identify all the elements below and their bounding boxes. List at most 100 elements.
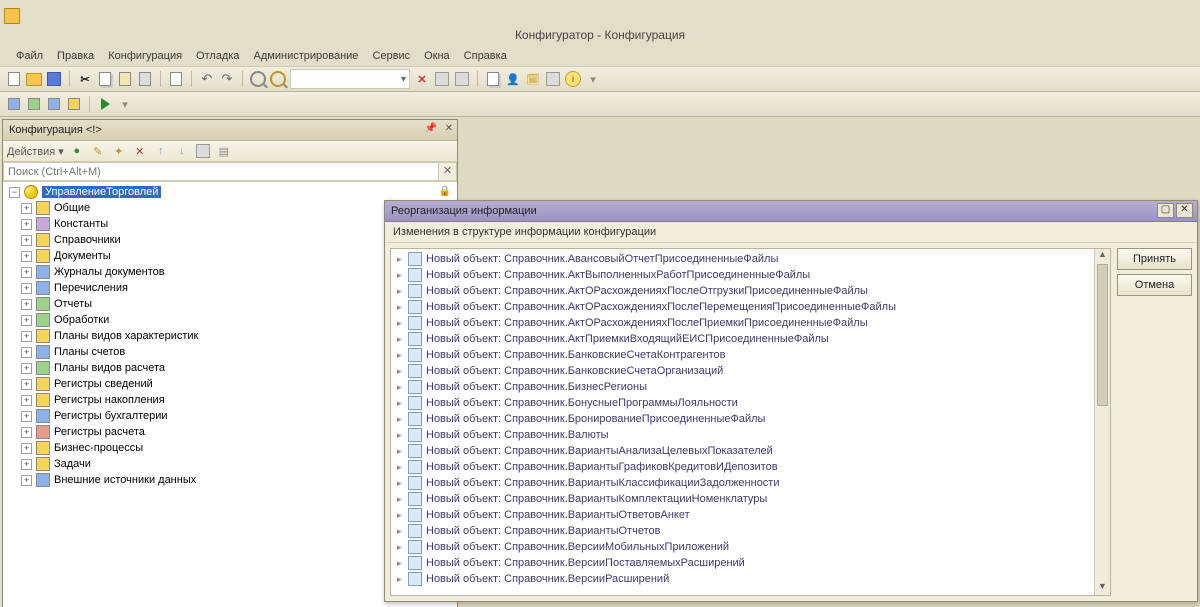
act-up-icon[interactable]: ↑ (153, 143, 169, 159)
tb2-c-icon[interactable] (46, 96, 62, 112)
tb-compare-icon[interactable] (168, 71, 184, 87)
tb-find-icon[interactable] (250, 71, 266, 87)
tb2-b-icon[interactable] (26, 96, 42, 112)
change-item[interactable]: ▸Новый объект: Справочник.АктОРасхождени… (393, 315, 1108, 331)
expand-icon[interactable]: ▸ (397, 542, 404, 553)
tb-copy2-icon[interactable] (485, 71, 501, 87)
expander-icon[interactable]: + (21, 315, 32, 326)
act-del-icon[interactable]: ✕ (132, 143, 148, 159)
tb-print-icon[interactable] (137, 71, 153, 87)
scroll-up-icon[interactable]: ▲ (1095, 249, 1110, 263)
expander-icon[interactable]: − (9, 187, 20, 198)
change-item[interactable]: ▸Новый объект: Справочник.Валюты (393, 427, 1108, 443)
act-sort-icon[interactable] (195, 143, 211, 159)
change-item[interactable]: ▸Новый объект: Справочник.БанковскиеСчет… (393, 347, 1108, 363)
menu-file[interactable]: Файл (10, 48, 49, 64)
change-item[interactable]: ▸Новый объект: Справочник.ВерсииРасширен… (393, 571, 1108, 587)
expander-icon[interactable]: + (21, 379, 32, 390)
expand-icon[interactable]: ▸ (397, 270, 404, 281)
changes-list[interactable]: ▸Новый объект: Справочник.АвансовыйОтчет… (390, 248, 1111, 596)
menu-windows[interactable]: Окна (418, 48, 456, 64)
expander-icon[interactable]: + (21, 427, 32, 438)
menu-config[interactable]: Конфигурация (102, 48, 188, 64)
expander-icon[interactable]: + (21, 459, 32, 470)
menu-edit[interactable]: Правка (51, 48, 100, 64)
expander-icon[interactable]: + (21, 411, 32, 422)
tb2-a-icon[interactable] (6, 96, 22, 112)
expand-icon[interactable]: ▸ (397, 526, 404, 537)
act-add-icon[interactable]: ● (69, 143, 85, 159)
tb-open-icon[interactable] (26, 71, 42, 87)
expand-icon[interactable]: ▸ (397, 398, 404, 409)
scroll-thumb[interactable] (1097, 264, 1108, 406)
expander-icon[interactable]: + (21, 203, 32, 214)
act-down-icon[interactable]: ↓ (174, 143, 190, 159)
change-item[interactable]: ▸Новый объект: Справочник.БизнесРегионы (393, 379, 1108, 395)
tb-cal-icon[interactable]: 🗓 (525, 71, 541, 87)
menu-admin[interactable]: Администрирование (248, 48, 365, 64)
tb2-run-icon[interactable] (97, 96, 113, 112)
tb-panel2-icon[interactable] (454, 71, 470, 87)
change-item[interactable]: ▸Новый объект: Справочник.АктОРасхождени… (393, 299, 1108, 315)
act-filter-icon[interactable]: ▤ (216, 143, 232, 159)
change-item[interactable]: ▸Новый объект: Справочник.ВерсииПоставля… (393, 555, 1108, 571)
change-item[interactable]: ▸Новый объект: Справочник.ВариантыОтвето… (393, 507, 1108, 523)
dialog-max-icon[interactable]: ▢ (1157, 203, 1174, 218)
change-item[interactable]: ▸Новый объект: Справочник.БронированиеПр… (393, 411, 1108, 427)
tb-info-icon[interactable]: i (565, 71, 581, 87)
expander-icon[interactable]: + (21, 363, 32, 374)
cancel-button[interactable]: Отмена (1117, 274, 1192, 296)
expand-icon[interactable]: ▸ (397, 462, 404, 473)
expander-icon[interactable]: + (21, 443, 32, 454)
expander-icon[interactable]: + (21, 299, 32, 310)
change-item[interactable]: ▸Новый объект: Справочник.ВариантыОтчето… (393, 523, 1108, 539)
change-item[interactable]: ▸Новый объект: Справочник.БонусныеПрогра… (393, 395, 1108, 411)
tb-paste-icon[interactable] (117, 71, 133, 87)
change-item[interactable]: ▸Новый объект: Справочник.АктВыполненных… (393, 267, 1108, 283)
expand-icon[interactable]: ▸ (397, 558, 404, 569)
expand-icon[interactable]: ▸ (397, 382, 404, 393)
tree-search-input[interactable] (3, 162, 439, 181)
expand-icon[interactable]: ▸ (397, 574, 404, 585)
expander-icon[interactable]: + (21, 251, 32, 262)
change-item[interactable]: ▸Новый объект: Справочник.АктОРасхождени… (393, 283, 1108, 299)
expand-icon[interactable]: ▸ (397, 446, 404, 457)
actions-label[interactable]: Действия ▾ (7, 145, 64, 158)
tb-drop-icon[interactable]: ▾ (585, 71, 601, 87)
change-item[interactable]: ▸Новый объект: Справочник.АвансовыйОтчет… (393, 251, 1108, 267)
tb-combo[interactable]: ▾ (290, 69, 410, 89)
tb2-rundrop-icon[interactable]: ▾ (117, 96, 133, 112)
change-item[interactable]: ▸Новый объект: Справочник.ВерсииМобильны… (393, 539, 1108, 555)
change-item[interactable]: ▸Новый объект: Справочник.ВариантыАнализ… (393, 443, 1108, 459)
expand-icon[interactable]: ▸ (397, 414, 404, 425)
expand-icon[interactable]: ▸ (397, 286, 404, 297)
expand-icon[interactable]: ▸ (397, 478, 404, 489)
expander-icon[interactable]: + (21, 219, 32, 230)
tb-redo-icon[interactable]: ↷ (219, 71, 235, 87)
menu-service[interactable]: Сервис (366, 48, 416, 64)
expand-icon[interactable]: ▸ (397, 334, 404, 345)
tb-panel1-icon[interactable] (434, 71, 450, 87)
scroll-down-icon[interactable]: ▼ (1095, 581, 1110, 595)
change-item[interactable]: ▸Новый объект: Справочник.ВариантыГрафик… (393, 459, 1108, 475)
expand-icon[interactable]: ▸ (397, 350, 404, 361)
list-scrollbar[interactable]: ▲ ▼ (1094, 249, 1110, 595)
tb-undo-icon[interactable]: ↶ (199, 71, 215, 87)
change-item[interactable]: ▸Новый объект: Справочник.ВариантыКомпле… (393, 491, 1108, 507)
tb2-d-icon[interactable] (66, 96, 82, 112)
expander-icon[interactable]: + (21, 347, 32, 358)
tb-clear-icon[interactable]: ✕ (414, 71, 430, 87)
tree-root[interactable]: − УправлениеТорговлей 🔒 (3, 184, 457, 200)
tb-new-icon[interactable] (6, 71, 22, 87)
expander-icon[interactable]: + (21, 267, 32, 278)
tb-copy-icon[interactable] (97, 71, 113, 87)
expander-icon[interactable]: + (21, 331, 32, 342)
tb-calc-icon[interactable] (545, 71, 561, 87)
change-item[interactable]: ▸Новый объект: Справочник.АктПриемкиВход… (393, 331, 1108, 347)
act-edit-icon[interactable]: ✎ (90, 143, 106, 159)
change-item[interactable]: ▸Новый объект: Справочник.БанковскиеСчет… (393, 363, 1108, 379)
tb-save-icon[interactable] (46, 71, 62, 87)
expand-icon[interactable]: ▸ (397, 366, 404, 377)
expander-icon[interactable]: + (21, 283, 32, 294)
menu-help[interactable]: Справка (458, 48, 513, 64)
